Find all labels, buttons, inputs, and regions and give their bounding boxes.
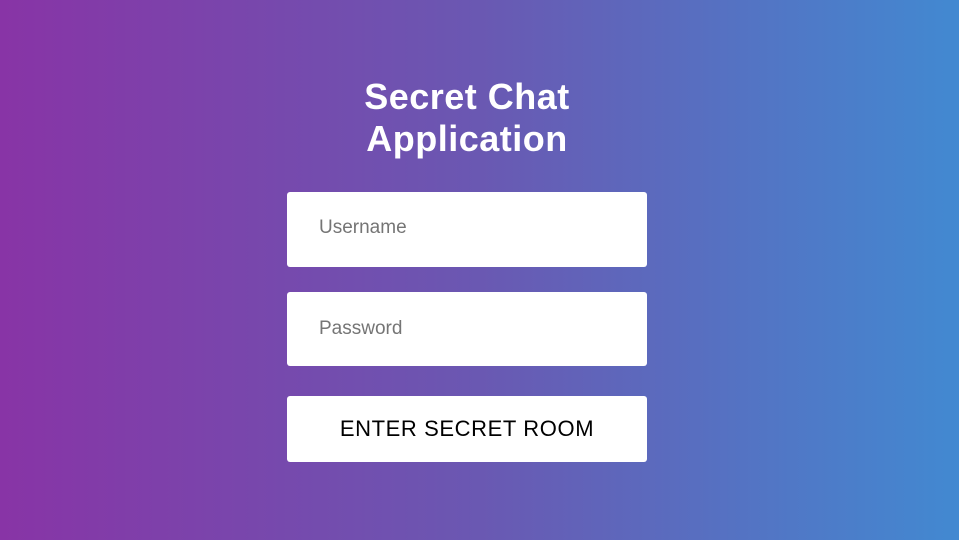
page-title-line-1: Secret Chat bbox=[364, 76, 570, 117]
page-title: Secret Chat Application bbox=[287, 76, 647, 160]
login-form: Secret ChatApplication ENTER SECRET ROOM bbox=[287, 76, 647, 462]
enter-secret-room-button[interactable]: ENTER SECRET ROOM bbox=[287, 396, 647, 462]
username-input[interactable] bbox=[287, 192, 647, 267]
password-input[interactable] bbox=[287, 292, 647, 366]
page-title-line-2: Application bbox=[366, 118, 568, 159]
